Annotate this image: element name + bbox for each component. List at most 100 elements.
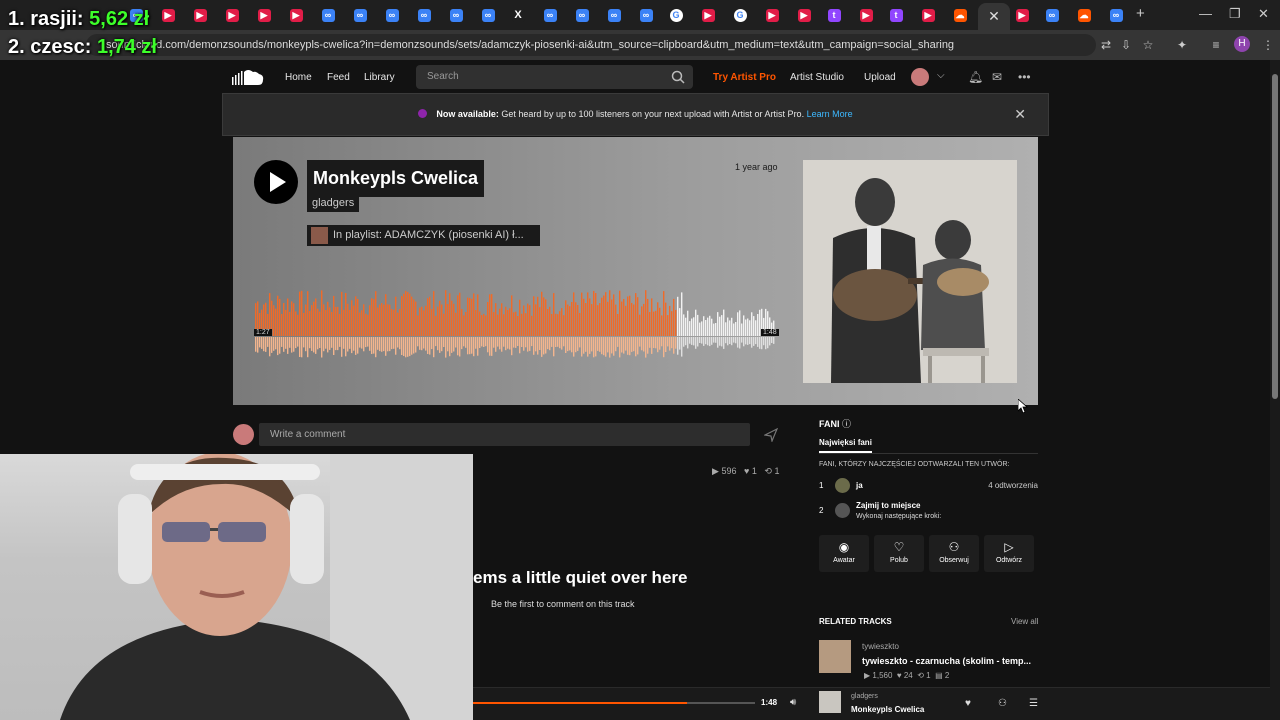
search-input[interactable]: Search [416,65,693,89]
browser-tab[interactable]: ▶ [698,5,718,25]
comment-input[interactable]: Write a comment [259,423,750,446]
nav-feed[interactable]: Feed [327,72,350,83]
waveform-bar [733,323,735,336]
fan-row[interactable]: 1 ja 4 odtworzenia [819,478,1038,494]
media-icon[interactable]: ≡ [1208,37,1224,53]
translate-icon[interactable]: ⇄ [1098,37,1114,53]
like-heart-icon[interactable]: ♥ [965,698,971,709]
bell-icon[interactable]: 🔔︎ [968,70,983,84]
browser-tab[interactable]: ▶ [918,5,938,25]
browser-tab[interactable]: ∞ [540,5,560,25]
extensions-icon[interactable]: ✦ [1174,37,1190,53]
repost-icon[interactable]: ⟲ [764,466,772,476]
learn-more-link[interactable]: Learn More [807,109,853,119]
waveform-reflection-bar [743,337,745,347]
waveform-reflection-bar [451,337,453,353]
upload-link[interactable]: Upload [864,72,896,83]
search-icon[interactable] [671,70,685,84]
tab-favicon-icon: ∞ [353,8,367,22]
nav-library[interactable]: Library [364,72,395,83]
browser-tab[interactable]: ▶ [254,5,274,25]
user-avatar[interactable] [911,68,929,86]
browser-tab[interactable]: ∞ [572,5,592,25]
browser-tab[interactable]: ▶ [286,5,306,25]
send-icon[interactable] [764,428,778,442]
related-title[interactable]: tywieszkto - czarnucha (skolim - temp... [862,656,1038,666]
play-button[interactable] [254,160,298,204]
browser-tab[interactable]: G [730,5,750,25]
waveform-reflection-bar [635,337,637,357]
profile-avatar[interactable]: H [1234,36,1250,52]
browser-tab[interactable]: ∞ [350,5,370,25]
browser-tab[interactable]: ∞ [318,5,338,25]
volume-icon[interactable]: 🔊︎ [790,697,796,708]
minimize-icon[interactable]: — [1199,6,1212,21]
restore-icon[interactable]: ❐ [1229,6,1241,22]
browser-tab[interactable]: ▶ [794,5,814,25]
track-artwork[interactable] [803,160,1017,383]
waveform-reflection-bar [389,337,391,352]
more-icon[interactable]: ••• [1018,70,1031,84]
playlist-link[interactable]: In playlist: ADAMCZYK (piosenki AI) ł... [307,225,540,246]
fan-name[interactable]: ja [856,481,863,490]
browser-tab[interactable]: ∞ [604,5,624,25]
waveform[interactable] [255,290,775,360]
new-tab-icon[interactable]: + [1136,5,1145,22]
related-thumbnail[interactable] [819,640,851,673]
browser-tab[interactable]: ∞ [382,5,402,25]
chevron-down-icon[interactable]: ⌵ [937,70,945,81]
browser-tab[interactable]: ∞ [636,5,656,25]
try-artist-pro-link[interactable]: Try Artist Pro [713,72,776,83]
browser-tab[interactable]: ▶ [190,5,210,25]
close-icon[interactable]: ✕ [1014,106,1026,123]
player-artist[interactable]: gladgers [851,693,878,700]
browser-tab[interactable]: ∞ [1106,5,1126,25]
player-thumbnail[interactable] [819,691,841,713]
active-tab-close-icon[interactable]: ✕ [978,3,1010,30]
waveform-bar [665,302,667,336]
browser-tab[interactable]: ▶ [222,5,242,25]
artist-studio-link[interactable]: Artist Studio [790,72,844,83]
waveform-bar [311,305,313,336]
tab-top-fans[interactable]: Najwięksi fani [819,438,872,453]
star-icon[interactable]: ☆ [1140,37,1156,53]
follow-user-icon[interactable]: ⚇ [998,698,1007,709]
browser-tab[interactable]: ∞ [478,5,498,25]
browser-tab[interactable]: ▶ [158,5,178,25]
browser-tab[interactable]: ▶ [762,5,782,25]
nav-home[interactable]: Home [285,72,312,83]
heart-icon[interactable]: ♥ [744,466,749,476]
info-icon[interactable]: ⓘ [842,419,851,429]
player-title[interactable]: Monkeypls Cwelica [851,705,924,714]
waveform-bar [663,291,665,336]
action-play-button[interactable]: ▷ Odtwórz [984,535,1034,572]
menu-kebab-icon[interactable]: ⋮ [1260,37,1276,53]
action-avatar-button[interactable]: ◉ Awatar [819,535,869,572]
action-like-button[interactable]: ♡ Polub [874,535,924,572]
browser-tab[interactable]: ∞ [446,5,466,25]
browser-tab[interactable]: ▶ [1012,5,1032,25]
browser-tab[interactable]: t [824,5,844,25]
related-artist[interactable]: tywieszkto [862,642,899,651]
window-close-icon[interactable]: ✕ [1258,6,1269,22]
view-all-link[interactable]: View all [1011,617,1038,626]
browser-tab[interactable]: ☁ [950,5,970,25]
action-follow-button[interactable]: ⚇ Obserwuj [929,535,979,572]
browser-tab[interactable]: t [886,5,906,25]
mail-icon[interactable]: ✉ [992,70,1002,84]
browser-tab[interactable]: ∞ [414,5,434,25]
install-icon[interactable]: ⇩ [1118,37,1134,53]
queue-icon[interactable]: ☰ [1029,698,1038,709]
waveform-reflection-bar [669,337,671,351]
scrollbar-thumb[interactable] [1272,74,1278,399]
soundcloud-logo-icon[interactable] [232,68,264,86]
playback-progress[interactable] [473,702,755,704]
twitch-icon: t [827,8,841,22]
url-field[interactable]: soundcloud.com/demonzsounds/monkeypls-cw… [86,34,1096,56]
browser-tab[interactable]: G [666,5,686,25]
browser-tab[interactable]: ☁ [1074,5,1094,25]
browser-tab[interactable]: ∞ [1042,5,1062,25]
track-artist[interactable]: gladgers [307,194,360,212]
browser-tab[interactable]: X [508,5,528,25]
browser-tab[interactable]: ▶ [856,5,876,25]
